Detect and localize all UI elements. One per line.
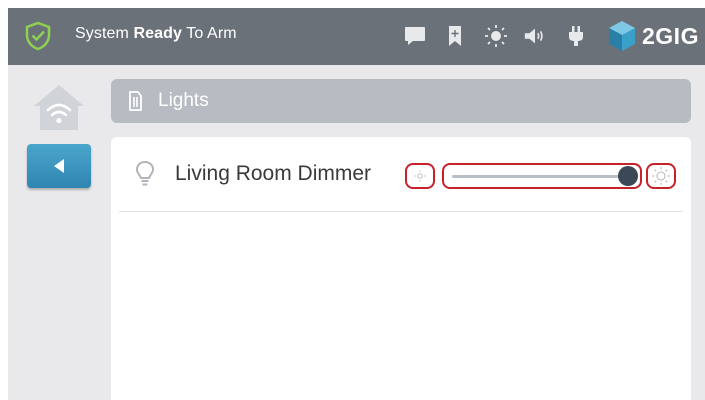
status-suffix: To Arm (186, 25, 237, 42)
volume-icon[interactable] (523, 24, 547, 48)
dim-down-button[interactable] (405, 163, 435, 189)
top-bar: System Ready To Arm 2GIG (8, 8, 705, 65)
dimmer-slider[interactable] (442, 163, 642, 189)
system-status-text: System Ready To Arm (75, 25, 237, 43)
home-wifi-icon (34, 85, 84, 130)
back-arrow-icon (54, 159, 64, 173)
message-icon[interactable] (403, 24, 427, 48)
home-button[interactable] (32, 82, 86, 132)
brand-logo: 2GIG (606, 18, 699, 54)
sun-small-icon (414, 170, 426, 182)
brand-cube-icon (609, 21, 635, 51)
lights-icon (129, 91, 142, 111)
brightness-icon[interactable] (484, 24, 508, 48)
screen: System Ready To Arm 2GIG Lights Living R… (8, 8, 705, 400)
section-header: Lights (111, 79, 691, 123)
back-button[interactable] (27, 144, 91, 188)
device-label: Living Room Dimmer (175, 162, 372, 185)
device-panel: Living Room Dimmer (111, 137, 691, 400)
shield-check-icon[interactable] (25, 21, 51, 51)
bulb-icon (135, 160, 155, 186)
status-prefix: System (75, 25, 129, 42)
slider-thumb[interactable] (618, 166, 638, 186)
slider-track (452, 175, 630, 178)
dim-up-button[interactable] (646, 163, 676, 189)
device-row: Living Room Dimmer (119, 149, 683, 212)
section-title: Lights (158, 90, 209, 111)
status-bold: Ready (133, 25, 183, 42)
power-plug-icon[interactable] (564, 24, 588, 48)
bookmark-icon[interactable] (443, 24, 467, 48)
brand-text: 2GIG (642, 22, 699, 49)
sun-large-icon (652, 167, 670, 185)
